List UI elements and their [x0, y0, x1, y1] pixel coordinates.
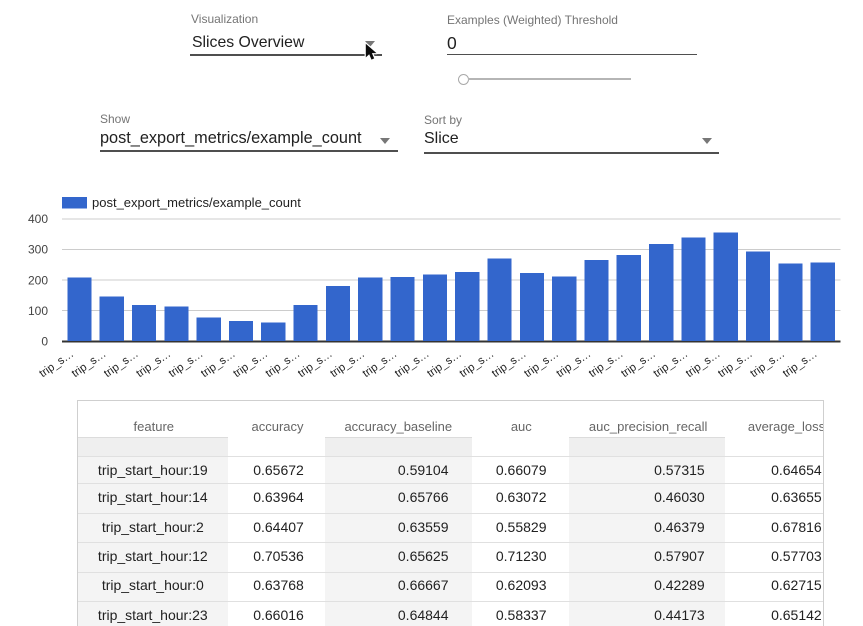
svg-text:trip_s…: trip_s…: [684, 348, 723, 380]
svg-text:trip_s…: trip_s…: [70, 348, 109, 380]
svg-text:post_export_metrics/example_co: post_export_metrics/example_count: [92, 195, 301, 210]
svg-text:300: 300: [28, 243, 48, 257]
svg-text:trip_s…: trip_s…: [587, 348, 626, 380]
svg-text:trip_s…: trip_s…: [264, 348, 303, 380]
svg-text:trip_s…: trip_s…: [296, 348, 335, 380]
svg-text:trip_s…: trip_s…: [554, 348, 593, 380]
svg-text:trip_s…: trip_s…: [199, 348, 238, 380]
svg-text:trip_s…: trip_s…: [134, 348, 173, 380]
svg-text:trip_s…: trip_s…: [425, 348, 464, 380]
svg-text:trip_s…: trip_s…: [458, 348, 497, 380]
svg-text:trip_s…: trip_s…: [393, 348, 432, 380]
svg-text:trip_s…: trip_s…: [361, 348, 400, 380]
svg-text:trip_s…: trip_s…: [167, 348, 206, 380]
svg-text:trip_s…: trip_s…: [781, 348, 820, 380]
svg-text:trip_s…: trip_s…: [748, 348, 787, 380]
svg-text:trip_s…: trip_s…: [102, 348, 141, 380]
svg-text:trip_s…: trip_s…: [619, 348, 658, 380]
svg-text:trip_s…: trip_s…: [651, 348, 690, 380]
svg-text:trip_s…: trip_s…: [490, 348, 529, 380]
svg-text:400: 400: [28, 212, 48, 226]
svg-text:trip_s…: trip_s…: [716, 348, 755, 380]
svg-text:100: 100: [28, 304, 48, 318]
svg-text:trip_s…: trip_s…: [328, 348, 367, 380]
svg-text:0: 0: [41, 335, 48, 349]
svg-text:trip_s…: trip_s…: [231, 348, 270, 380]
svg-text:trip_s…: trip_s…: [522, 348, 561, 380]
svg-text:200: 200: [28, 273, 48, 287]
svg-text:trip_s…: trip_s…: [37, 348, 76, 380]
